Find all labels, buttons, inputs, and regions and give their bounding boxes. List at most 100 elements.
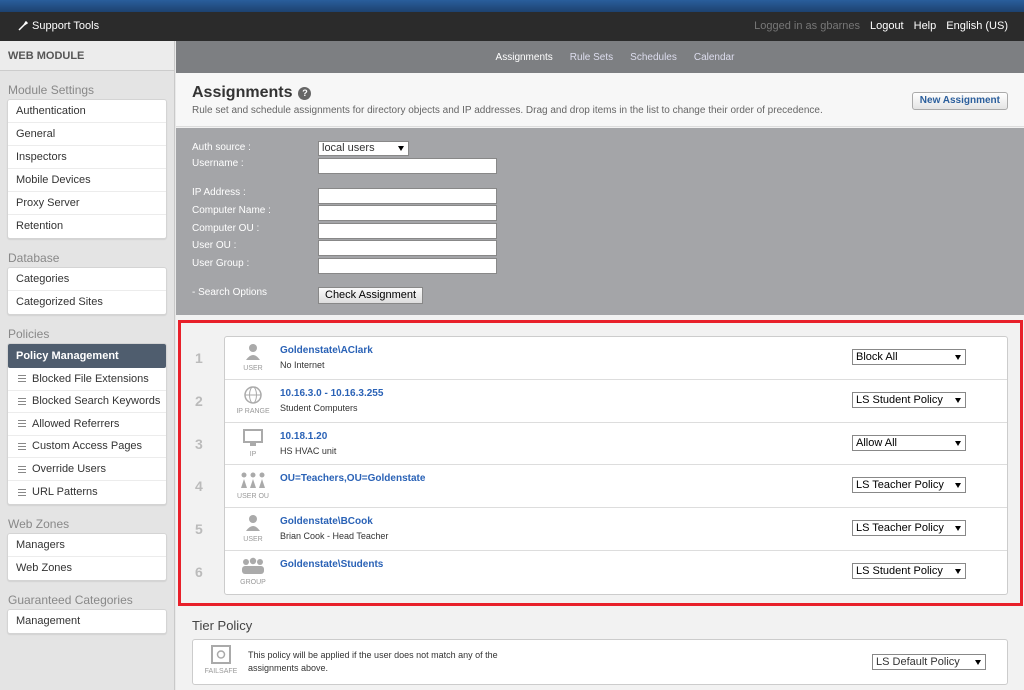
logout-link[interactable]: Logout bbox=[870, 20, 904, 32]
user-icon: USER bbox=[235, 342, 271, 376]
support-tools-link[interactable]: Support Tools bbox=[18, 20, 99, 32]
sidebar-item-policy-management[interactable]: Policy Management bbox=[8, 344, 166, 368]
policy-select[interactable]: Block All bbox=[852, 349, 966, 365]
policy-value: Block All bbox=[856, 351, 898, 363]
sidebar-item-blocked-file-extensions[interactable]: Blocked File Extensions bbox=[8, 368, 166, 391]
type-label: USER OU bbox=[237, 493, 269, 501]
policy-value: LS Teacher Policy bbox=[856, 479, 944, 492]
user-icon: USER bbox=[235, 513, 271, 547]
assignment-name[interactable]: Goldenstate\Students bbox=[280, 559, 383, 570]
sidebar-item-proxy-server[interactable]: Proxy Server bbox=[8, 192, 166, 215]
user-group-input[interactable] bbox=[318, 258, 497, 274]
sidebar-item-retention[interactable]: Retention bbox=[8, 215, 166, 238]
sidebar-item-blocked-search-keywords[interactable]: Blocked Search Keywords bbox=[8, 391, 166, 414]
sidebar-item-url-patterns[interactable]: URL Patterns bbox=[8, 481, 166, 504]
assignment-number: 3 bbox=[195, 435, 203, 452]
type-label: USER bbox=[243, 536, 263, 544]
list-icon bbox=[18, 465, 26, 473]
assignment-name[interactable]: OU=Teachers,OU=Goldenstate bbox=[280, 473, 425, 484]
group-icon: GROUP bbox=[235, 556, 271, 590]
sidebar-item-allowed-referrers[interactable]: Allowed Referrers bbox=[8, 413, 166, 436]
sidebar-item-override-users[interactable]: Override Users bbox=[8, 458, 166, 481]
sidebar-item-label: Blocked Search Keywords bbox=[32, 395, 161, 408]
sidebar-heading-module-settings: Module Settings bbox=[8, 83, 95, 97]
list-icon bbox=[18, 443, 26, 451]
tab-bar: Assignments Rule Sets Schedules Calendar bbox=[176, 41, 1024, 73]
sidebar-item-mobile-devices[interactable]: Mobile Devices bbox=[8, 169, 166, 192]
sidebar-item-inspectors[interactable]: Inspectors bbox=[8, 146, 166, 169]
search-options-toggle[interactable]: - Search Options bbox=[192, 287, 267, 298]
tab-calendar[interactable]: Calendar bbox=[694, 52, 735, 63]
chevron-down-icon bbox=[955, 440, 961, 446]
page-title-wrap: Assignments ? bbox=[192, 84, 312, 102]
check-assignment-button[interactable]: Check Assignment bbox=[318, 287, 424, 304]
top-bar: Support Tools Logged in as gbarnes Logou… bbox=[0, 12, 1024, 41]
policy-select[interactable]: LS Student Policy bbox=[852, 562, 966, 579]
sidebar-item-managers[interactable]: Managers bbox=[8, 534, 166, 557]
ip-address-input[interactable] bbox=[318, 188, 497, 204]
assignment-row[interactable]: 5 USER Goldenstate\BCook Brian Cook - He… bbox=[195, 508, 1007, 551]
assignment-row[interactable]: 3 IP 10.18.1.20 HS HVAC unit Allow All bbox=[195, 423, 1007, 466]
chevron-down-icon bbox=[955, 526, 961, 532]
policy-select[interactable]: LS Student Policy bbox=[852, 391, 966, 408]
policy-select[interactable]: Allow All bbox=[852, 434, 966, 451]
assignment-row[interactable]: 4 USER OU OU=Teachers,OU=Goldenstate LS … bbox=[195, 465, 1007, 509]
assignment-name[interactable]: 10.16.3.0 - 10.16.3.255 bbox=[280, 388, 383, 399]
main-content: Assignments Rule Sets Schedules Calendar… bbox=[176, 41, 1024, 690]
sidebar-item-custom-access-pages[interactable]: Custom Access Pages bbox=[8, 436, 166, 459]
username-label: Username : bbox=[192, 158, 244, 169]
assignment-name[interactable]: Goldenstate\BCook bbox=[280, 516, 373, 527]
auth-source-value: local users bbox=[322, 142, 375, 154]
user-group-label: User Group : bbox=[192, 258, 250, 269]
sidebar-item-label: Custom Access Pages bbox=[32, 440, 143, 453]
assignment-name[interactable]: 10.18.1.20 bbox=[280, 431, 327, 442]
support-tools-label: Support Tools bbox=[32, 20, 100, 32]
tab-rule-sets[interactable]: Rule Sets bbox=[570, 52, 613, 63]
sidebar-item-management[interactable]: Management bbox=[8, 610, 166, 633]
assignment-description: No Internet bbox=[280, 360, 325, 370]
help-link[interactable]: Help bbox=[914, 20, 937, 32]
sidebar-heading-web-zones: Web Zones bbox=[8, 516, 70, 531]
policies-list: Policy Management Blocked File Extension… bbox=[7, 343, 167, 505]
sidebar-heading-database: Database bbox=[8, 251, 60, 265]
page-description: Rule set and schedule assignments for di… bbox=[192, 105, 823, 116]
sidebar-item-authentication[interactable]: Authentication bbox=[8, 100, 166, 123]
policy-value: LS Student Policy bbox=[856, 393, 943, 406]
assignment-row[interactable]: 6 GROUP Goldenstate\Students LS Student … bbox=[195, 551, 1007, 594]
sidebar-item-categorized-sites[interactable]: Categorized Sites bbox=[8, 291, 166, 314]
assignment-name[interactable]: Goldenstate\AClark bbox=[280, 345, 373, 356]
chevron-down-icon bbox=[955, 397, 961, 403]
policy-select[interactable]: LS Teacher Policy bbox=[852, 520, 966, 537]
failsafe-label: FAILSAFE bbox=[204, 668, 238, 675]
assignment-list: 1 USER Goldenstate\AClark No Internet Bl… bbox=[195, 336, 1008, 595]
computer-name-input[interactable] bbox=[318, 205, 497, 221]
assignment-row[interactable]: 1 USER Goldenstate\AClark No Internet Bl… bbox=[195, 337, 1007, 380]
assignment-row[interactable]: 2 IP RANGE 10.16.3.0 - 10.16.3.255 Stude… bbox=[195, 380, 1007, 423]
sidebar-item-web-zones[interactable]: Web Zones bbox=[8, 557, 166, 580]
policy-value: LS Teacher Policy bbox=[856, 522, 944, 535]
search-help-icon[interactable]: ? bbox=[298, 86, 312, 100]
username-input[interactable] bbox=[318, 158, 497, 174]
language-link[interactable]: English (US) bbox=[946, 20, 1008, 32]
computer-ou-input[interactable] bbox=[318, 223, 497, 239]
list-icon bbox=[18, 375, 26, 383]
database-list: Categories Categorized Sites bbox=[7, 267, 167, 315]
auth-source-label: Auth source : bbox=[192, 142, 251, 153]
tier-policy-select[interactable]: LS Default Policy bbox=[872, 654, 986, 670]
policy-select[interactable]: LS Teacher Policy bbox=[852, 477, 966, 494]
sidebar-item-label: Allowed Referrers bbox=[32, 417, 120, 430]
chevron-down-icon bbox=[955, 483, 961, 489]
web-zones-list: Managers Web Zones bbox=[7, 532, 167, 581]
tab-assignments[interactable]: Assignments bbox=[496, 52, 553, 63]
sidebar-item-categories[interactable]: Categories bbox=[8, 268, 166, 291]
tab-schedules[interactable]: Schedules bbox=[630, 52, 677, 63]
ip-address-label: IP Address : bbox=[192, 187, 246, 198]
assignment-number: 2 bbox=[195, 392, 203, 409]
assignment-highlight: 1 USER Goldenstate\AClark No Internet Bl… bbox=[178, 320, 1023, 606]
sidebar-item-general[interactable]: General bbox=[8, 123, 166, 146]
computer-ou-label: Computer OU : bbox=[192, 223, 260, 234]
user-ou-input[interactable] bbox=[318, 240, 497, 256]
auth-source-select[interactable]: local users bbox=[318, 141, 409, 156]
new-assignment-button[interactable]: New Assignment bbox=[911, 92, 1008, 110]
policy-value: LS Student Policy bbox=[856, 564, 943, 577]
